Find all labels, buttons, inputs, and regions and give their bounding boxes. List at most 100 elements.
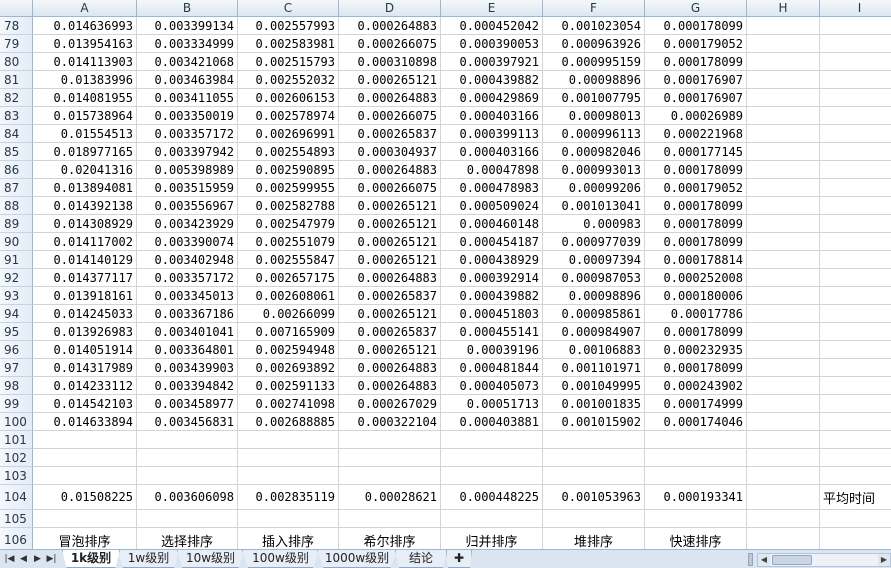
cell-f95[interactable]: 0.000984907 xyxy=(543,323,645,341)
cell-b79[interactable]: 0.003334999 xyxy=(137,35,238,53)
cell-d79[interactable]: 0.000266075 xyxy=(339,35,441,53)
cell-b97[interactable]: 0.003439903 xyxy=(137,359,238,377)
cell-g103[interactable] xyxy=(645,467,747,485)
cell-e87[interactable]: 0.000478983 xyxy=(441,179,543,197)
cell-i79[interactable] xyxy=(820,35,891,53)
cell-a85[interactable]: 0.018977165 xyxy=(33,143,137,161)
cell-d105[interactable] xyxy=(339,510,441,528)
cell-g91[interactable]: 0.000178814 xyxy=(645,251,747,269)
cell-a95[interactable]: 0.013926983 xyxy=(33,323,137,341)
cell-f78[interactable]: 0.001023054 xyxy=(543,17,645,35)
column-header-d[interactable]: D xyxy=(339,0,441,17)
cell-h90[interactable] xyxy=(747,233,820,251)
cell-a83[interactable]: 0.015738964 xyxy=(33,107,137,125)
cell-i100[interactable] xyxy=(820,413,891,431)
cell-i91[interactable] xyxy=(820,251,891,269)
cell-f80[interactable]: 0.000995159 xyxy=(543,53,645,71)
cell-b94[interactable]: 0.003367186 xyxy=(137,305,238,323)
cell-g88[interactable]: 0.000178099 xyxy=(645,197,747,215)
cell-i80[interactable] xyxy=(820,53,891,71)
row-header[interactable]: 96 xyxy=(0,341,33,359)
cell-d85[interactable]: 0.000304937 xyxy=(339,143,441,161)
cell-d84[interactable]: 0.000265837 xyxy=(339,125,441,143)
cell-h91[interactable] xyxy=(747,251,820,269)
cell-i83[interactable] xyxy=(820,107,891,125)
row-header[interactable]: 99 xyxy=(0,395,33,413)
cell-e90[interactable]: 0.000454187 xyxy=(441,233,543,251)
select-all-corner[interactable] xyxy=(0,0,33,17)
row-header[interactable]: 88 xyxy=(0,197,33,215)
cell-f85[interactable]: 0.000982046 xyxy=(543,143,645,161)
cell-a102[interactable] xyxy=(33,449,137,467)
row-header[interactable]: 80 xyxy=(0,53,33,71)
cell-f86[interactable]: 0.000993013 xyxy=(543,161,645,179)
cell-h104[interactable] xyxy=(747,485,820,510)
row-header[interactable]: 95 xyxy=(0,323,33,341)
cell-g92[interactable]: 0.000252008 xyxy=(645,269,747,287)
cell-d91[interactable]: 0.000265121 xyxy=(339,251,441,269)
cell-a87[interactable]: 0.013894081 xyxy=(33,179,137,197)
cell-b100[interactable]: 0.003456831 xyxy=(137,413,238,431)
cell-i81[interactable] xyxy=(820,71,891,89)
cell-h93[interactable] xyxy=(747,287,820,305)
row-header[interactable]: 85 xyxy=(0,143,33,161)
row-header[interactable]: 101 xyxy=(0,431,33,449)
cell-g93[interactable]: 0.000180006 xyxy=(645,287,747,305)
cell-d97[interactable]: 0.000264883 xyxy=(339,359,441,377)
cell-i85[interactable] xyxy=(820,143,891,161)
cell-h86[interactable] xyxy=(747,161,820,179)
cell-e106[interactable]: 归并排序 xyxy=(441,528,543,549)
cell-h94[interactable] xyxy=(747,305,820,323)
cell-f103[interactable] xyxy=(543,467,645,485)
cell-a96[interactable]: 0.014051914 xyxy=(33,341,137,359)
cell-f100[interactable]: 0.001015902 xyxy=(543,413,645,431)
cell-i98[interactable] xyxy=(820,377,891,395)
cell-h101[interactable] xyxy=(747,431,820,449)
row-header[interactable]: 87 xyxy=(0,179,33,197)
cell-b89[interactable]: 0.003423929 xyxy=(137,215,238,233)
cell-i89[interactable] xyxy=(820,215,891,233)
sheet-tab-2[interactable]: 1w级别 xyxy=(118,550,179,568)
cell-a78[interactable]: 0.014636993 xyxy=(33,17,137,35)
row-header[interactable]: 94 xyxy=(0,305,33,323)
cell-c101[interactable] xyxy=(238,431,339,449)
cell-h105[interactable] xyxy=(747,510,820,528)
cell-d104[interactable]: 0.00028621 xyxy=(339,485,441,510)
first-sheet-button[interactable]: |◀ xyxy=(4,552,15,566)
row-header[interactable]: 104 xyxy=(0,485,33,510)
row-header[interactable]: 83 xyxy=(0,107,33,125)
cell-a100[interactable]: 0.014633894 xyxy=(33,413,137,431)
row-header[interactable]: 98 xyxy=(0,377,33,395)
cell-d102[interactable] xyxy=(339,449,441,467)
cell-c82[interactable]: 0.002606153 xyxy=(238,89,339,107)
sheet-tab-4[interactable]: 100w级别 xyxy=(242,550,319,568)
cell-d94[interactable]: 0.000265121 xyxy=(339,305,441,323)
last-sheet-button[interactable]: ▶| xyxy=(46,552,57,566)
cell-f104[interactable]: 0.001053963 xyxy=(543,485,645,510)
cell-g96[interactable]: 0.000232935 xyxy=(645,341,747,359)
cell-e102[interactable] xyxy=(441,449,543,467)
cell-a82[interactable]: 0.014081955 xyxy=(33,89,137,107)
cell-f99[interactable]: 0.001001835 xyxy=(543,395,645,413)
cell-i88[interactable] xyxy=(820,197,891,215)
cell-a81[interactable]: 0.01383996 xyxy=(33,71,137,89)
cell-g84[interactable]: 0.000221968 xyxy=(645,125,747,143)
cell-b82[interactable]: 0.003411055 xyxy=(137,89,238,107)
cell-f94[interactable]: 0.000985861 xyxy=(543,305,645,323)
cell-b104[interactable]: 0.003606098 xyxy=(137,485,238,510)
cell-h96[interactable] xyxy=(747,341,820,359)
cell-b95[interactable]: 0.003401041 xyxy=(137,323,238,341)
next-sheet-button[interactable]: ▶ xyxy=(32,552,43,566)
cell-a98[interactable]: 0.014233112 xyxy=(33,377,137,395)
cell-e93[interactable]: 0.000439882 xyxy=(441,287,543,305)
cell-c83[interactable]: 0.002578974 xyxy=(238,107,339,125)
cell-h83[interactable] xyxy=(747,107,820,125)
row-header[interactable]: 93 xyxy=(0,287,33,305)
scrollbar-thumb[interactable] xyxy=(772,555,812,565)
cell-g86[interactable]: 0.000178099 xyxy=(645,161,747,179)
cell-a93[interactable]: 0.013918161 xyxy=(33,287,137,305)
row-header[interactable]: 100 xyxy=(0,413,33,431)
cell-i78[interactable] xyxy=(820,17,891,35)
cell-e99[interactable]: 0.00051713 xyxy=(441,395,543,413)
cell-d87[interactable]: 0.000266075 xyxy=(339,179,441,197)
